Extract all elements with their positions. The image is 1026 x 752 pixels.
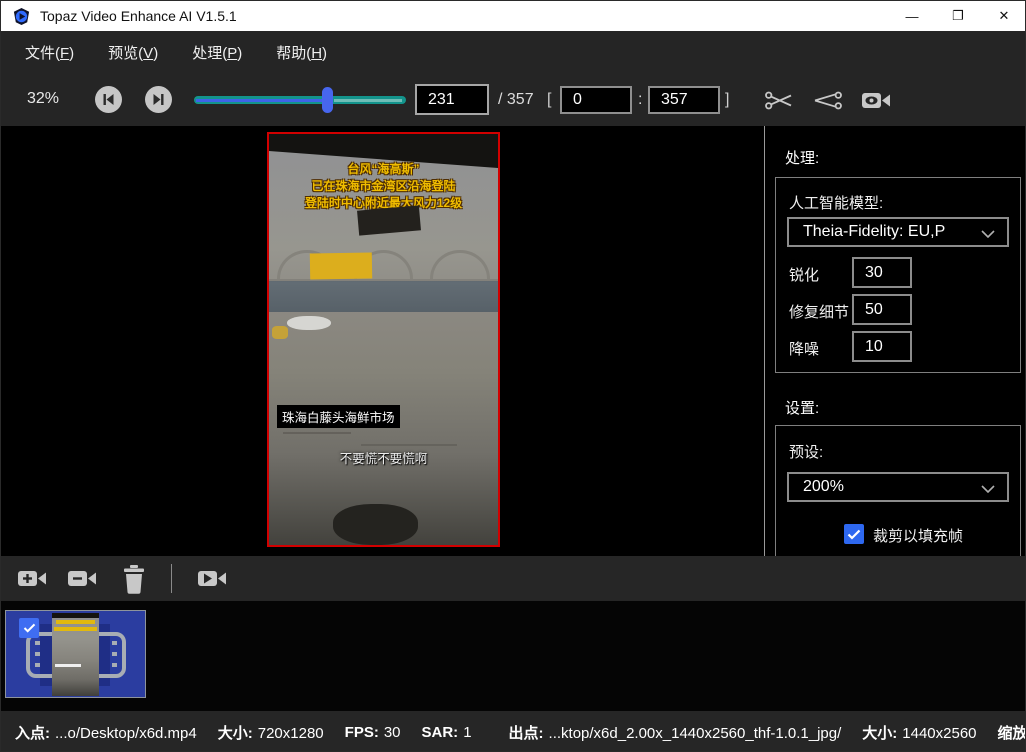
crop-to-fill-label: 裁剪以填充帧 xyxy=(873,525,963,546)
timeline-slider[interactable] xyxy=(194,92,406,108)
video-dark-debris xyxy=(333,504,418,545)
ai-model-label: 人工智能模型: xyxy=(789,192,883,213)
menu-preview[interactable]: 预览(V) xyxy=(98,38,168,67)
crop-to-fill-checkbox[interactable] xyxy=(844,524,864,544)
status-input-size: 大小:720x1280 xyxy=(218,722,324,743)
range-start-input[interactable] xyxy=(560,86,632,114)
range-separator: : xyxy=(638,91,642,109)
slider-remaining xyxy=(334,99,402,102)
status-fps: FPS:30 xyxy=(345,724,401,741)
zoom-level-label: 32% xyxy=(27,90,59,108)
skip-to-end-button[interactable] xyxy=(145,86,172,113)
checkmark-icon xyxy=(23,623,36,633)
clip-selected-checkbox[interactable] xyxy=(19,618,39,638)
preset-dropdown[interactable]: 200% xyxy=(787,472,1009,502)
clip-thumbnail-selected[interactable] xyxy=(5,610,146,698)
window-title: Topaz Video Enhance AI V1.5.1 xyxy=(40,8,237,24)
skip-to-start-button[interactable] xyxy=(95,86,122,113)
denoise-input[interactable] xyxy=(852,331,912,362)
range-bracket-open: [ xyxy=(547,91,551,109)
menu-process[interactable]: 处理(P) xyxy=(182,38,252,67)
app-window: Topaz Video Enhance AI V1.5.1 — ❐ ✕ 文件(F… xyxy=(0,0,1026,752)
denoise-label: 降噪 xyxy=(789,338,819,359)
toolbar-divider xyxy=(171,564,172,593)
video-location-label: 珠海白藤头海鲜市场 xyxy=(277,405,400,428)
window-controls: — ❐ ✕ xyxy=(889,1,1026,31)
video-water-streak xyxy=(283,432,352,434)
clip-toolbar xyxy=(1,556,1026,601)
status-sar: SAR:1 xyxy=(422,724,472,741)
status-in-point: 入点:...o/Desktop/x6d.mp4 xyxy=(15,722,197,743)
current-frame-input[interactable] xyxy=(415,84,489,115)
video-flooded-car xyxy=(287,316,331,331)
video-wall xyxy=(269,281,498,312)
app-logo-icon xyxy=(12,7,31,26)
skip-to-end-icon xyxy=(151,92,166,107)
checkmark-icon xyxy=(847,529,861,540)
video-caption: 不要慌不要慌啊 xyxy=(269,448,498,467)
thumbnail-video-preview xyxy=(52,613,99,696)
close-button[interactable]: ✕ xyxy=(981,1,1026,31)
status-output-size: 大小:1440x2560 xyxy=(862,722,976,743)
video-title-overlay: 台风“海高斯” 已在珠海市金湾区沿海登陆 登陆时中心附近最大风力12级 xyxy=(269,161,498,213)
video-yellow-debris xyxy=(272,326,288,338)
settings-section-title: 设置: xyxy=(785,397,819,418)
trim-start-scissors-button[interactable] xyxy=(764,89,794,112)
processing-section-title: 处理: xyxy=(785,147,819,168)
preview-area: 台风“海高斯” 已在珠海市金湾区沿海登陆 登陆时中心附近最大风力12级 珠海白藤… xyxy=(1,126,764,556)
video-hanging-object xyxy=(357,205,421,235)
statusbar: 入点:...o/Desktop/x6d.mp4 大小:720x1280 FPS:… xyxy=(1,711,1026,752)
playback-toolbar: 32% / 357 [ : ] xyxy=(1,73,1026,126)
delete-clip-trash-button[interactable] xyxy=(121,564,147,594)
ai-model-value: Theia-Fidelity: EU,P xyxy=(803,223,945,241)
slider-handle[interactable] xyxy=(322,87,333,113)
status-scale: 缩放:200% xyxy=(998,722,1026,743)
repair-detail-input[interactable] xyxy=(852,294,912,325)
maximize-button[interactable]: ❐ xyxy=(935,1,981,31)
remove-clip-camera-button[interactable] xyxy=(67,567,99,590)
range-bracket-close: ] xyxy=(725,91,729,109)
repair-detail-label: 修复细节 xyxy=(789,301,849,322)
chevron-down-icon xyxy=(981,485,995,493)
sharpen-input[interactable] xyxy=(852,257,912,288)
video-bridge xyxy=(269,233,498,282)
video-water-streak xyxy=(361,444,457,446)
video-yellow-sign xyxy=(310,253,372,280)
menu-help[interactable]: 帮助(H) xyxy=(266,38,337,67)
preset-value: 200% xyxy=(803,478,844,496)
minimize-button[interactable]: — xyxy=(889,1,935,31)
range-end-input[interactable] xyxy=(648,86,720,114)
preset-label: 预设: xyxy=(789,441,823,462)
titlebar: Topaz Video Enhance AI V1.5.1 — ❐ ✕ xyxy=(1,1,1026,31)
total-frames-label: / 357 xyxy=(498,91,534,109)
status-out-point: 出点:...ktop/x6d_2.00x_1440x2560_thf-1.0.1… xyxy=(509,722,842,743)
settings-sidebar: 处理: 人工智能模型: Theia-Fidelity: EU,P 锐化 修复细节… xyxy=(764,126,1026,556)
sharpen-label: 锐化 xyxy=(789,264,819,285)
panel-divider xyxy=(764,126,765,556)
menubar: 文件(F) 预览(V) 处理(P) 帮助(H) xyxy=(1,31,1026,73)
clip-list xyxy=(1,601,1026,711)
slider-progress xyxy=(196,99,328,102)
video-frame: 台风“海高斯” 已在珠海市金湾区沿海登陆 登陆时中心附近最大风力12级 珠海白藤… xyxy=(267,132,500,547)
preview-camera-eye-button[interactable] xyxy=(861,89,893,112)
process-clip-camera-button[interactable] xyxy=(197,567,229,590)
ai-model-dropdown[interactable]: Theia-Fidelity: EU,P xyxy=(787,217,1009,247)
add-clip-camera-button[interactable] xyxy=(17,567,49,590)
skip-to-start-icon xyxy=(101,92,116,107)
menu-file[interactable]: 文件(F) xyxy=(15,38,84,67)
trim-end-scissors-button[interactable] xyxy=(813,89,843,112)
chevron-down-icon xyxy=(981,230,995,238)
